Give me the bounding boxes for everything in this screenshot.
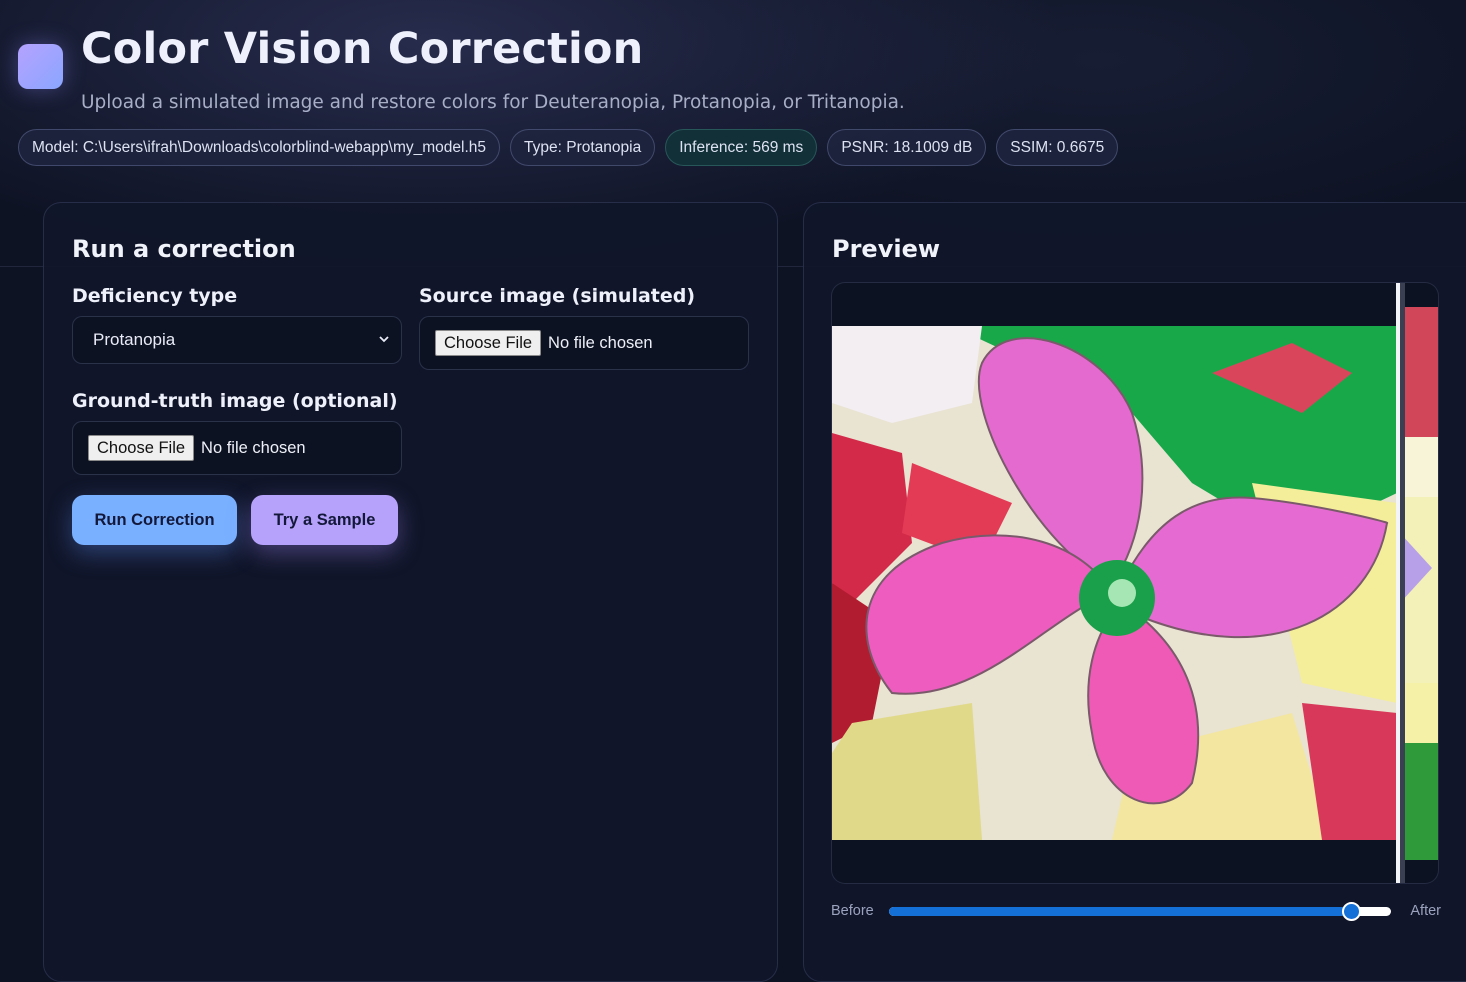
slider-thumb[interactable] xyxy=(1342,902,1361,921)
source-file-status: No file chosen xyxy=(548,334,653,353)
source-image-label: Source image (simulated) xyxy=(419,285,695,307)
after-image xyxy=(832,326,1397,840)
preview-comparison[interactable] xyxy=(831,282,1439,884)
model-chip: Model: C:\Users\ifrah\Downloads\colorbli… xyxy=(18,129,500,166)
deficiency-select[interactable]: Protanopia xyxy=(72,316,402,364)
slider-fill xyxy=(889,907,1351,916)
before-image-strip xyxy=(1400,307,1439,860)
after-label: After xyxy=(1410,903,1441,919)
deficiency-selected-value: Protanopia xyxy=(93,330,175,349)
psnr-chip: PSNR: 18.1009 dB xyxy=(827,129,986,166)
preview-card: Preview xyxy=(803,202,1466,982)
inference-chip: Inference: 569 ms xyxy=(665,129,817,166)
chevron-down-icon xyxy=(379,334,389,344)
ground-truth-file-status: No file chosen xyxy=(201,439,306,458)
deficiency-label: Deficiency type xyxy=(72,285,237,307)
status-chips: Model: C:\Users\ifrah\Downloads\colorbli… xyxy=(18,129,1118,166)
source-image-input[interactable]: Choose File No file chosen xyxy=(419,316,749,370)
try-sample-button[interactable]: Try a Sample xyxy=(251,495,398,545)
app-logo-icon xyxy=(18,44,63,89)
preview-image xyxy=(832,283,1439,884)
correction-card: Run a correction Deficiency type Protano… xyxy=(43,202,778,982)
ground-truth-choose-file-button[interactable]: Choose File xyxy=(88,435,194,461)
page-title: Color Vision Correction xyxy=(81,24,644,74)
ssim-chip: SSIM: 0.6675 xyxy=(996,129,1118,166)
comparison-slider-row: Before After xyxy=(831,903,1441,923)
ground-truth-label: Ground-truth image (optional) xyxy=(72,390,398,412)
comparison-slider[interactable] xyxy=(889,907,1391,916)
ground-truth-input[interactable]: Choose File No file chosen xyxy=(72,421,402,475)
before-label: Before xyxy=(831,903,874,919)
type-chip: Type: Protanopia xyxy=(510,129,655,166)
correction-heading: Run a correction xyxy=(72,235,296,263)
page-subtitle: Upload a simulated image and restore col… xyxy=(81,92,905,113)
run-correction-button[interactable]: Run Correction xyxy=(72,495,237,545)
source-choose-file-button[interactable]: Choose File xyxy=(435,330,541,356)
preview-heading: Preview xyxy=(832,235,940,263)
